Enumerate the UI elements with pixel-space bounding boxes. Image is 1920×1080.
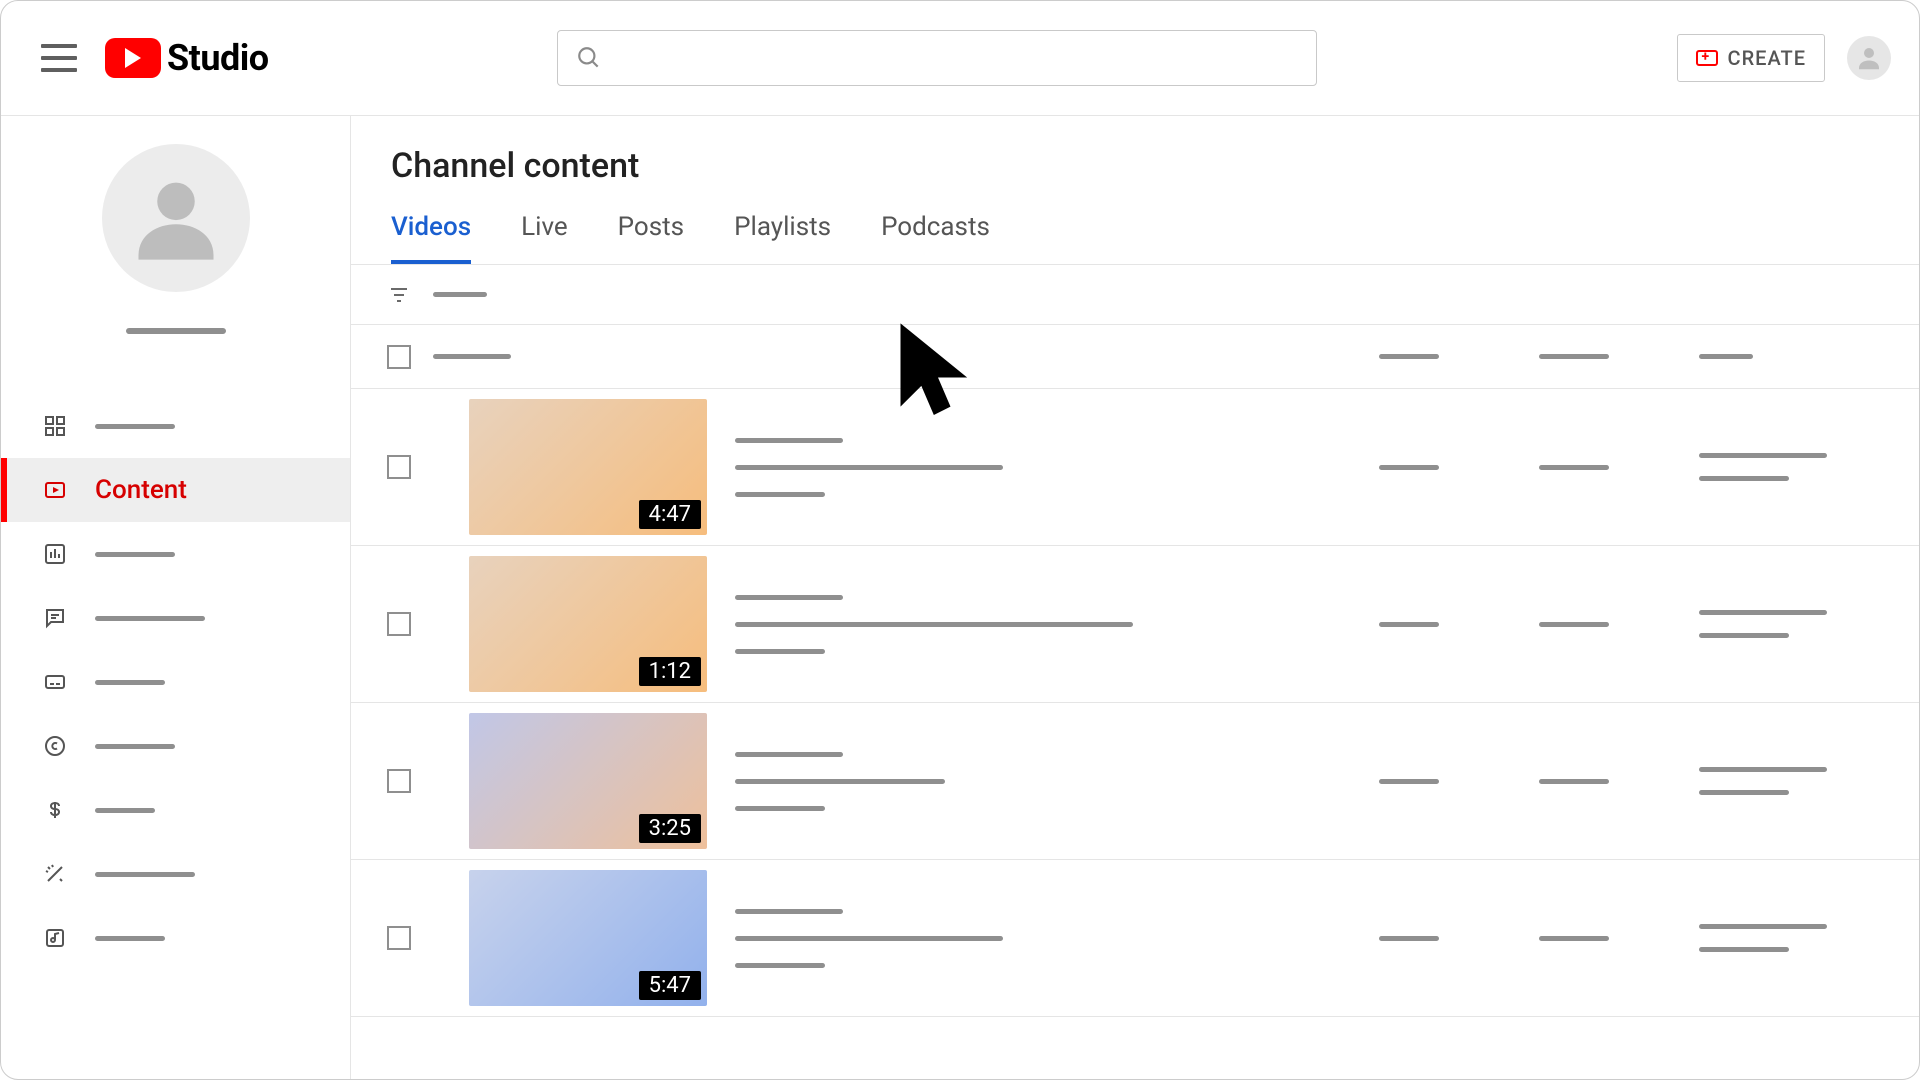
sidebar-item-analytics[interactable] <box>1 522 350 586</box>
comment-icon <box>41 604 69 632</box>
row-checkbox[interactable] <box>387 926 411 950</box>
video-row[interactable]: 5:47 <box>351 860 1919 1017</box>
video-row[interactable]: 3:25 <box>351 703 1919 860</box>
search-input[interactable] <box>616 48 1298 69</box>
sidebar-item-dashboard[interactable] <box>1 394 350 458</box>
col-views <box>1699 354 1753 359</box>
chart-icon <box>41 540 69 568</box>
sidebar-item-label: Content <box>95 475 187 505</box>
table-header <box>351 325 1919 389</box>
row-checkbox[interactable] <box>387 769 411 793</box>
create-label: CREATE <box>1728 46 1806 70</box>
sidebar-item-earn[interactable] <box>1 778 350 842</box>
row-checkbox[interactable] <box>387 455 411 479</box>
account-avatar[interactable] <box>1847 36 1891 80</box>
logo[interactable]: Studio <box>105 37 269 79</box>
topbar: Studio CREATE <box>1 1 1919 116</box>
video-meta <box>735 438 1003 497</box>
video-meta <box>735 595 1133 654</box>
video-list: 4:47 1:12 3:25 5:47 <box>351 389 1919 1079</box>
filter-icon <box>387 283 411 307</box>
sidebar-item-content[interactable]: Content <box>1 458 350 522</box>
select-all-checkbox[interactable] <box>387 345 411 369</box>
video-thumbnail[interactable]: 3:25 <box>469 713 707 849</box>
video-thumbnail[interactable]: 5:47 <box>469 870 707 1006</box>
video-thumbnail[interactable]: 1:12 <box>469 556 707 692</box>
channel-avatar[interactable] <box>102 144 250 292</box>
video-duration: 1:12 <box>639 657 701 686</box>
video-row[interactable]: 1:12 <box>351 546 1919 703</box>
video-meta <box>735 909 1003 968</box>
filter-bar[interactable] <box>351 265 1919 325</box>
video-thumbnail[interactable]: 4:47 <box>469 399 707 535</box>
menu-button[interactable] <box>41 44 77 72</box>
col-date <box>1539 354 1609 359</box>
play-square-icon <box>41 476 69 504</box>
create-button[interactable]: CREATE <box>1677 34 1825 82</box>
content-tabs: Videos Live Posts Playlists Podcasts <box>351 186 1919 265</box>
logo-text: Studio <box>167 37 269 79</box>
tab-live[interactable]: Live <box>521 212 568 264</box>
video-duration: 5:47 <box>639 971 701 1000</box>
sidebar-item-customize[interactable] <box>1 842 350 906</box>
create-icon <box>1696 50 1718 66</box>
dollar-icon <box>41 796 69 824</box>
row-checkbox[interactable] <box>387 612 411 636</box>
search-icon <box>576 45 602 71</box>
search-box[interactable] <box>557 30 1317 86</box>
tab-podcasts[interactable]: Podcasts <box>881 212 990 264</box>
sidebar-item-comments[interactable] <box>1 586 350 650</box>
video-duration: 3:25 <box>639 814 701 843</box>
col-visibility <box>1379 354 1439 359</box>
sidebar: Content <box>1 116 351 1079</box>
main-content: Channel content Videos Live Posts Playli… <box>351 116 1919 1079</box>
sidebar-item-audio[interactable] <box>1 906 350 970</box>
sidebar-item-subtitles[interactable] <box>1 650 350 714</box>
tab-posts[interactable]: Posts <box>618 212 684 264</box>
subtitles-icon <box>41 668 69 696</box>
video-duration: 4:47 <box>639 500 701 529</box>
music-icon <box>41 924 69 952</box>
copyright-icon <box>41 732 69 760</box>
tab-playlists[interactable]: Playlists <box>734 212 831 264</box>
play-icon <box>105 38 161 78</box>
video-meta <box>735 752 945 811</box>
channel-name-placeholder <box>126 328 226 334</box>
page-title: Channel content <box>351 116 1919 186</box>
wand-icon <box>41 860 69 888</box>
grid-icon <box>41 412 69 440</box>
col-video <box>433 354 511 359</box>
tab-videos[interactable]: Videos <box>391 212 471 264</box>
video-row[interactable]: 4:47 <box>351 389 1919 546</box>
sidebar-item-copyright[interactable] <box>1 714 350 778</box>
